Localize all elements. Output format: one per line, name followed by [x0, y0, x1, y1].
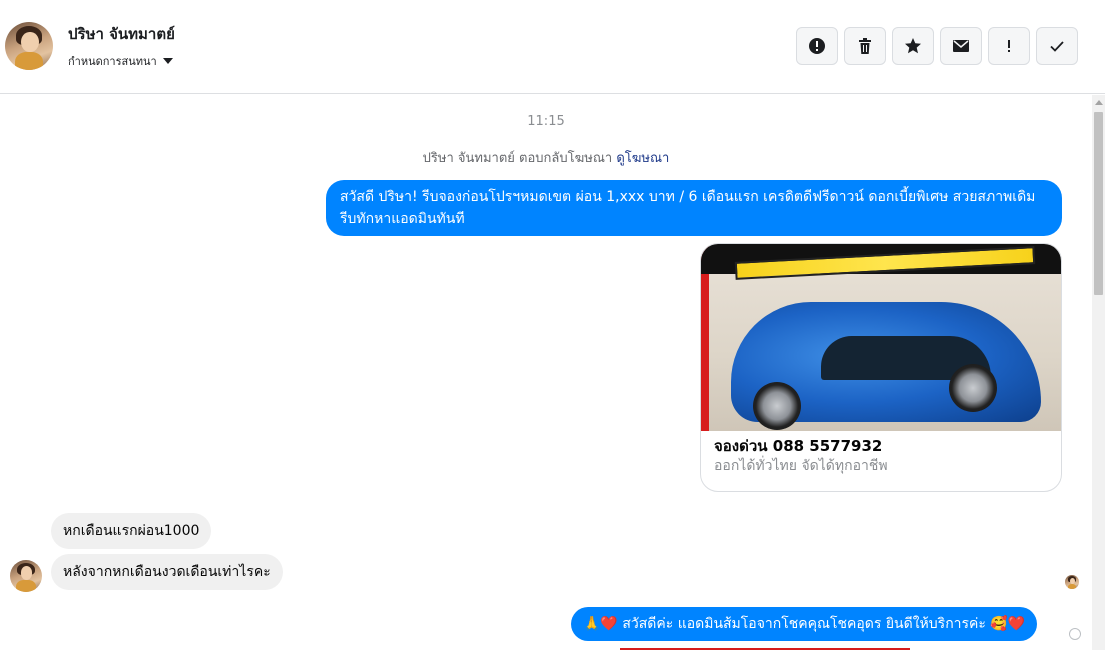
contact-avatar[interactable] — [5, 22, 53, 70]
star-button[interactable] — [892, 27, 934, 65]
exclamation-icon — [1008, 40, 1010, 52]
conversation-action-dropdown[interactable]: กำหนดการสนทนา — [68, 52, 173, 70]
scroll-up-arrow-icon[interactable] — [1095, 100, 1103, 105]
conversation-header: ปริษา จันทมาตย์ กำหนดการสนทนา — [0, 0, 1105, 94]
message-timestamp: 11:15 — [527, 114, 565, 129]
scrollbar-thumb[interactable] — [1094, 112, 1103, 295]
ad-car-image — [701, 244, 1061, 431]
ad-card[interactable]: จองด่วน 088 5577932 ออกได้ทั่วไทย จัดได้… — [700, 243, 1062, 492]
ad-reply-text: ปริษา จันทมาตย์ ตอบกลับโฆษณา — [422, 151, 613, 166]
check-icon — [1050, 41, 1064, 52]
mark-unread-button[interactable] — [940, 27, 982, 65]
outgoing-message[interactable]: สวัสดี ปริษา! รีบจองก่อนโปรฯหมดเขต ผ่อน … — [326, 180, 1062, 236]
caret-down-icon — [162, 58, 173, 64]
ad-reply-notice: ปริษา จันทมาตย์ ตอบกลับโฆษณา ดูโฆษณา — [0, 147, 1092, 168]
sent-status-icon — [1069, 628, 1081, 640]
mark-done-button[interactable] — [1036, 27, 1078, 65]
ad-card-subtitle: ออกได้ทั่วไทย จัดได้ทุกอาชีพ — [714, 458, 888, 474]
view-ad-link[interactable]: ดูโฆษณา — [616, 151, 669, 166]
sender-avatar[interactable] — [10, 560, 42, 592]
outgoing-message[interactable]: 🙏❤️ สวัสดีค่ะ แอดมินส้มโอจากโชคคุณโชคอุด… — [571, 607, 1038, 641]
action-toolbar — [796, 27, 1078, 65]
star-icon — [905, 38, 921, 54]
message-thread: 11:15 ปริษา จันทมาตย์ ตอบกลับโฆษณา ดูโฆษ… — [0, 95, 1092, 650]
incoming-message[interactable]: หลังจากหกเดือนงวดเดือนเท่าไรคะ — [51, 554, 283, 590]
trash-icon — [859, 38, 871, 54]
alert-circle-icon — [809, 38, 825, 54]
incoming-message[interactable]: หกเดือนแรกผ่อน1000 — [51, 513, 212, 549]
seen-avatar — [1065, 575, 1079, 589]
report-button[interactable] — [796, 27, 838, 65]
conversation-action-label: กำหนดการสนทนา — [68, 55, 157, 68]
mark-spam-button[interactable] — [988, 27, 1030, 65]
thread-scrollbar[interactable] — [1092, 95, 1105, 650]
contact-name[interactable]: ปริษา จันทมาตย์ — [68, 22, 175, 46]
delete-button[interactable] — [844, 27, 886, 65]
envelope-icon — [953, 40, 969, 52]
